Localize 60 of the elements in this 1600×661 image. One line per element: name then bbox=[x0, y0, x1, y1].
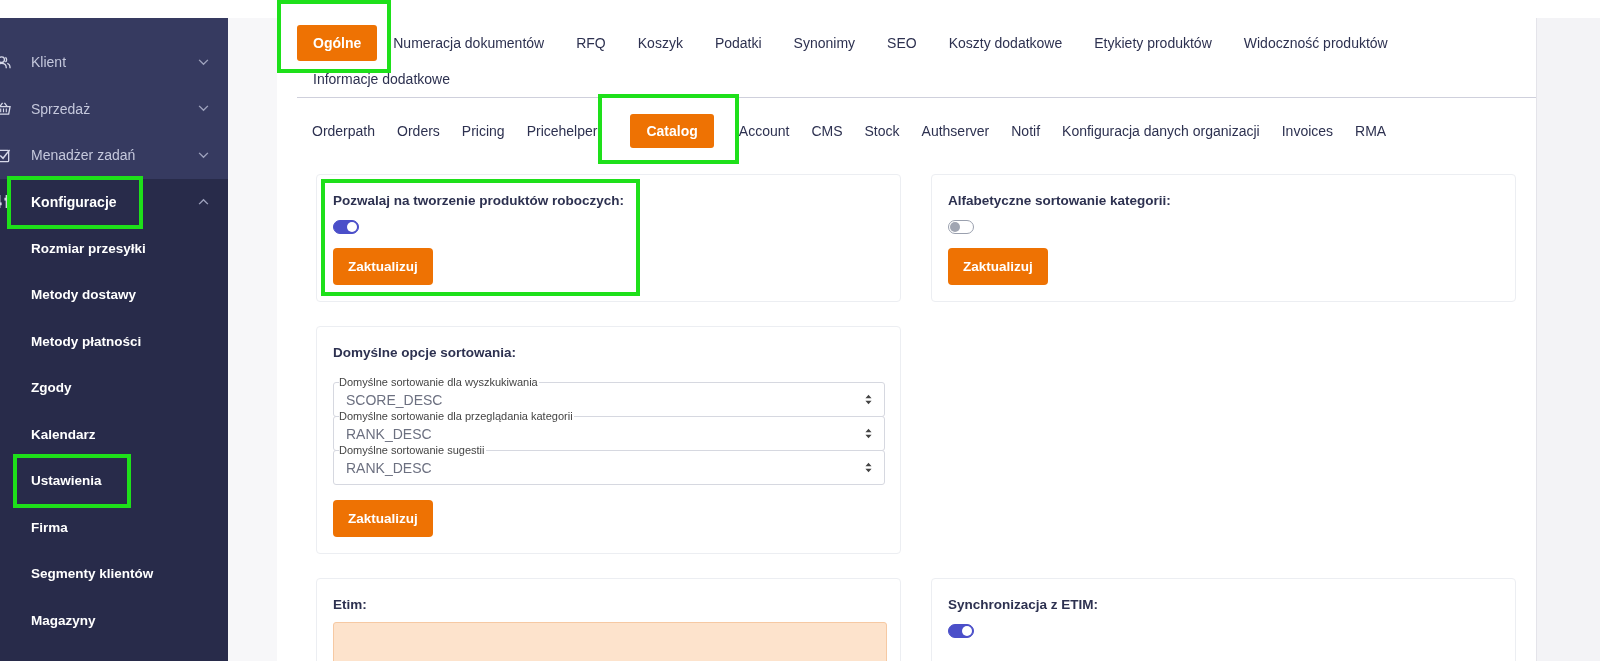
tab[interactable]: Authserver bbox=[910, 114, 1001, 148]
submenu-item[interactable]: Zgody bbox=[31, 380, 72, 396]
checkbox-icon bbox=[0, 147, 11, 163]
tab[interactable]: Koszty dodatkowe bbox=[932, 25, 1079, 61]
tab[interactable]: RFQ bbox=[560, 25, 622, 61]
tab[interactable]: Informacje dodatkowe bbox=[297, 61, 466, 97]
toggle-switch[interactable] bbox=[948, 624, 974, 638]
tab[interactable]: Pricing bbox=[450, 114, 516, 148]
chevron-down-icon bbox=[198, 151, 209, 159]
submenu-item[interactable]: Magazyny bbox=[31, 612, 96, 628]
tab[interactable]: Synonimy bbox=[777, 25, 872, 61]
tab[interactable]: Invoices bbox=[1270, 114, 1345, 148]
tab[interactable]: Numeracja dokumentów bbox=[377, 25, 561, 61]
tab[interactable]: SEO bbox=[871, 25, 933, 61]
tab[interactable]: Account bbox=[727, 114, 801, 148]
tab[interactable]: Orders bbox=[386, 114, 451, 148]
setting-title: Domyślne opcje sortowania: bbox=[333, 345, 517, 360]
chevron-down-icon bbox=[198, 105, 209, 113]
submenu-item[interactable]: Kalendarz bbox=[31, 426, 96, 442]
toggle-switch[interactable] bbox=[333, 220, 359, 234]
submenu-item[interactable]: Metody dostawy bbox=[31, 287, 136, 303]
tab[interactable]: CMS bbox=[800, 114, 854, 148]
setting-title: Etim: bbox=[333, 597, 367, 612]
sort-arrows-icon bbox=[865, 394, 872, 405]
submenu-item[interactable]: Metody płatności bbox=[31, 333, 142, 349]
menu-label: Menadżer zadań bbox=[31, 147, 136, 164]
submenu-item[interactable]: Rozmiar przesyłki bbox=[31, 240, 146, 256]
tab[interactable]: Stock bbox=[853, 114, 911, 148]
tab[interactable]: Etykiety produktów bbox=[1078, 25, 1228, 61]
tab[interactable]: Pricehelper bbox=[515, 114, 609, 148]
field-label: Domyślne sortowanie sugestii bbox=[339, 444, 486, 456]
tab[interactable]: Koszyk bbox=[621, 25, 699, 61]
sidebar-item[interactable]: Klient bbox=[0, 39, 228, 86]
tab[interactable]: Podatki bbox=[698, 25, 778, 61]
setting-title: Alfabetyczne sortowanie kategorii: bbox=[948, 193, 1171, 208]
toggle-switch[interactable] bbox=[948, 220, 974, 234]
sidebar-item[interactable]: Konfiguracje bbox=[0, 178, 228, 225]
sidebar-item[interactable]: Sprzedaż bbox=[0, 85, 228, 132]
sort-arrows-icon bbox=[865, 428, 872, 439]
menu-label: Sprzedaż bbox=[31, 100, 91, 117]
submenu-item[interactable]: Firma bbox=[31, 519, 68, 535]
tab[interactable]: Konfiguracja danych organizacji bbox=[1051, 114, 1271, 148]
tab[interactable]: Notif bbox=[1000, 114, 1052, 148]
submenu-item[interactable]: Ustawienia bbox=[31, 473, 102, 489]
field-label: Domyślne sortowanie dla wyszkukiwania bbox=[339, 376, 539, 388]
menu-label: Klient bbox=[31, 54, 67, 71]
chevron-up-icon bbox=[198, 198, 209, 206]
menu-label: Konfiguracje bbox=[31, 193, 117, 210]
submenu-item[interactable]: Segmenty klientów bbox=[31, 566, 154, 582]
chevron-down-icon bbox=[198, 58, 209, 66]
setting-title: Synchronizacja z ETIM: bbox=[948, 597, 1099, 612]
basket-icon bbox=[0, 101, 11, 117]
setting-title: Pozwalaj na tworzenie produktów roboczych: bbox=[333, 193, 625, 208]
users-icon bbox=[0, 54, 11, 70]
sort-arrows-icon bbox=[865, 462, 872, 473]
tab[interactable]: Orderpath bbox=[301, 114, 387, 148]
sidebar-item[interactable]: Menadżer zadań bbox=[0, 132, 228, 179]
tab[interactable]: RMA bbox=[1344, 114, 1398, 148]
field-label: Domyślne sortowanie dla przeglądania kategorii bbox=[339, 410, 574, 422]
tab[interactable]: Widoczność produktów bbox=[1227, 25, 1404, 61]
